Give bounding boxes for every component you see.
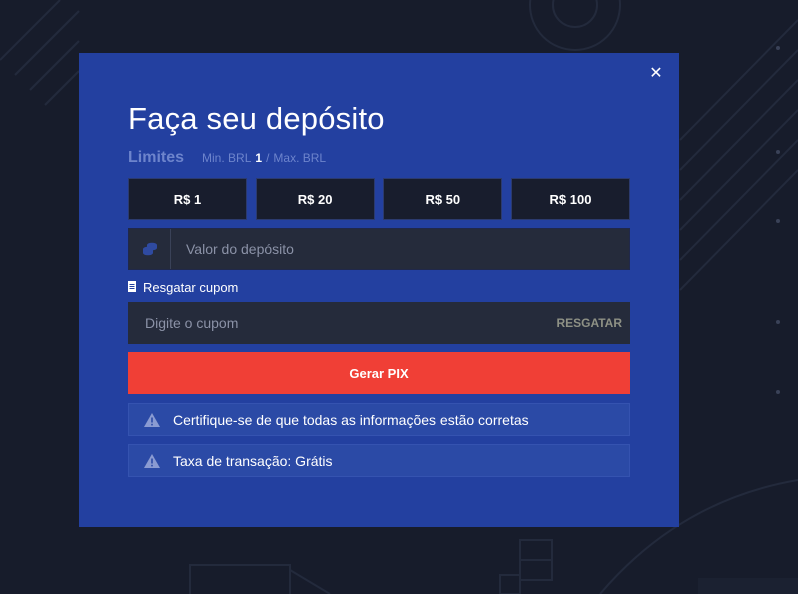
limits-label: Limites bbox=[128, 149, 185, 166]
coupon-field: RESGATAR bbox=[128, 301, 630, 345]
coins-icon bbox=[129, 229, 171, 269]
amount-button-20[interactable]: R$ 20 bbox=[255, 178, 375, 220]
notice-verify-info: Certifique-se de que todas as informaçõe… bbox=[128, 403, 630, 436]
notice-text: Taxa de transação: Grátis bbox=[173, 452, 333, 469]
amount-button-1[interactable]: R$ 1 bbox=[128, 178, 247, 220]
amount-button-50[interactable]: R$ 50 bbox=[383, 178, 503, 220]
warning-icon bbox=[144, 453, 160, 468]
deposit-modal: ✕ Faça seu depósito Limites Min. BRL 1 /… bbox=[79, 53, 679, 527]
redeem-coupon-label: Resgatar cupom bbox=[143, 279, 239, 295]
limits-min-value: 1 bbox=[255, 151, 263, 165]
deposit-amount-field bbox=[128, 228, 630, 270]
notice-transaction-fee: Taxa de transação: Grátis bbox=[128, 444, 630, 477]
document-icon bbox=[128, 280, 136, 295]
close-icon[interactable]: ✕ bbox=[647, 65, 665, 83]
warning-icon bbox=[144, 412, 160, 427]
modal-title: Faça seu depósito bbox=[128, 101, 385, 136]
redeem-coupon-link[interactable]: Resgatar cupom bbox=[128, 279, 238, 295]
deposit-limits: Limites Min. BRL 1 / Max. BRL bbox=[128, 149, 326, 167]
generate-pix-button[interactable]: Gerar PIX bbox=[128, 352, 630, 394]
amount-options: R$ 1 R$ 20 R$ 50 R$ 100 bbox=[128, 178, 630, 220]
limits-max-label: Max. BRL bbox=[273, 151, 327, 165]
amount-button-100[interactable]: R$ 100 bbox=[510, 178, 630, 220]
limits-separator: / bbox=[266, 151, 270, 165]
deposit-amount-input[interactable] bbox=[171, 229, 629, 269]
coupon-input[interactable] bbox=[128, 301, 557, 345]
notice-text: Certifique-se de que todas as informaçõe… bbox=[173, 411, 529, 428]
limits-min-label: Min. BRL bbox=[202, 151, 252, 165]
redeem-button[interactable]: RESGATAR bbox=[556, 316, 630, 330]
